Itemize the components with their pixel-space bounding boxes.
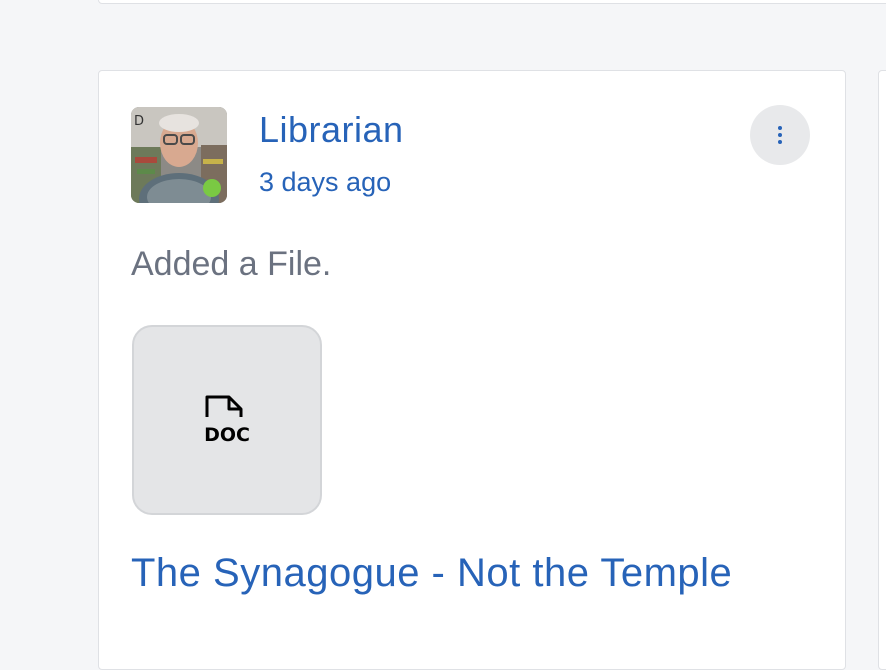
online-status-dot bbox=[203, 179, 221, 197]
activity-card: D Librarian 3 days ago Added a File. DOC… bbox=[98, 70, 846, 670]
doc-file-icon: DOC bbox=[204, 395, 250, 445]
author-name-link[interactable]: Librarian bbox=[259, 109, 404, 151]
file-title-link[interactable]: The Synagogue - Not the Temple bbox=[131, 551, 732, 596]
svg-text:D: D bbox=[134, 114, 144, 129]
timestamp-link[interactable]: 3 days ago bbox=[259, 167, 391, 198]
adjacent-column-card bbox=[878, 70, 886, 670]
file-thumbnail[interactable]: DOC bbox=[132, 325, 322, 515]
file-type-label: DOC bbox=[204, 424, 250, 445]
more-options-button[interactable] bbox=[750, 105, 810, 165]
activity-description: Added a File. bbox=[131, 245, 332, 283]
previous-activity-card bbox=[98, 0, 886, 4]
vertical-ellipsis-icon bbox=[778, 126, 782, 144]
